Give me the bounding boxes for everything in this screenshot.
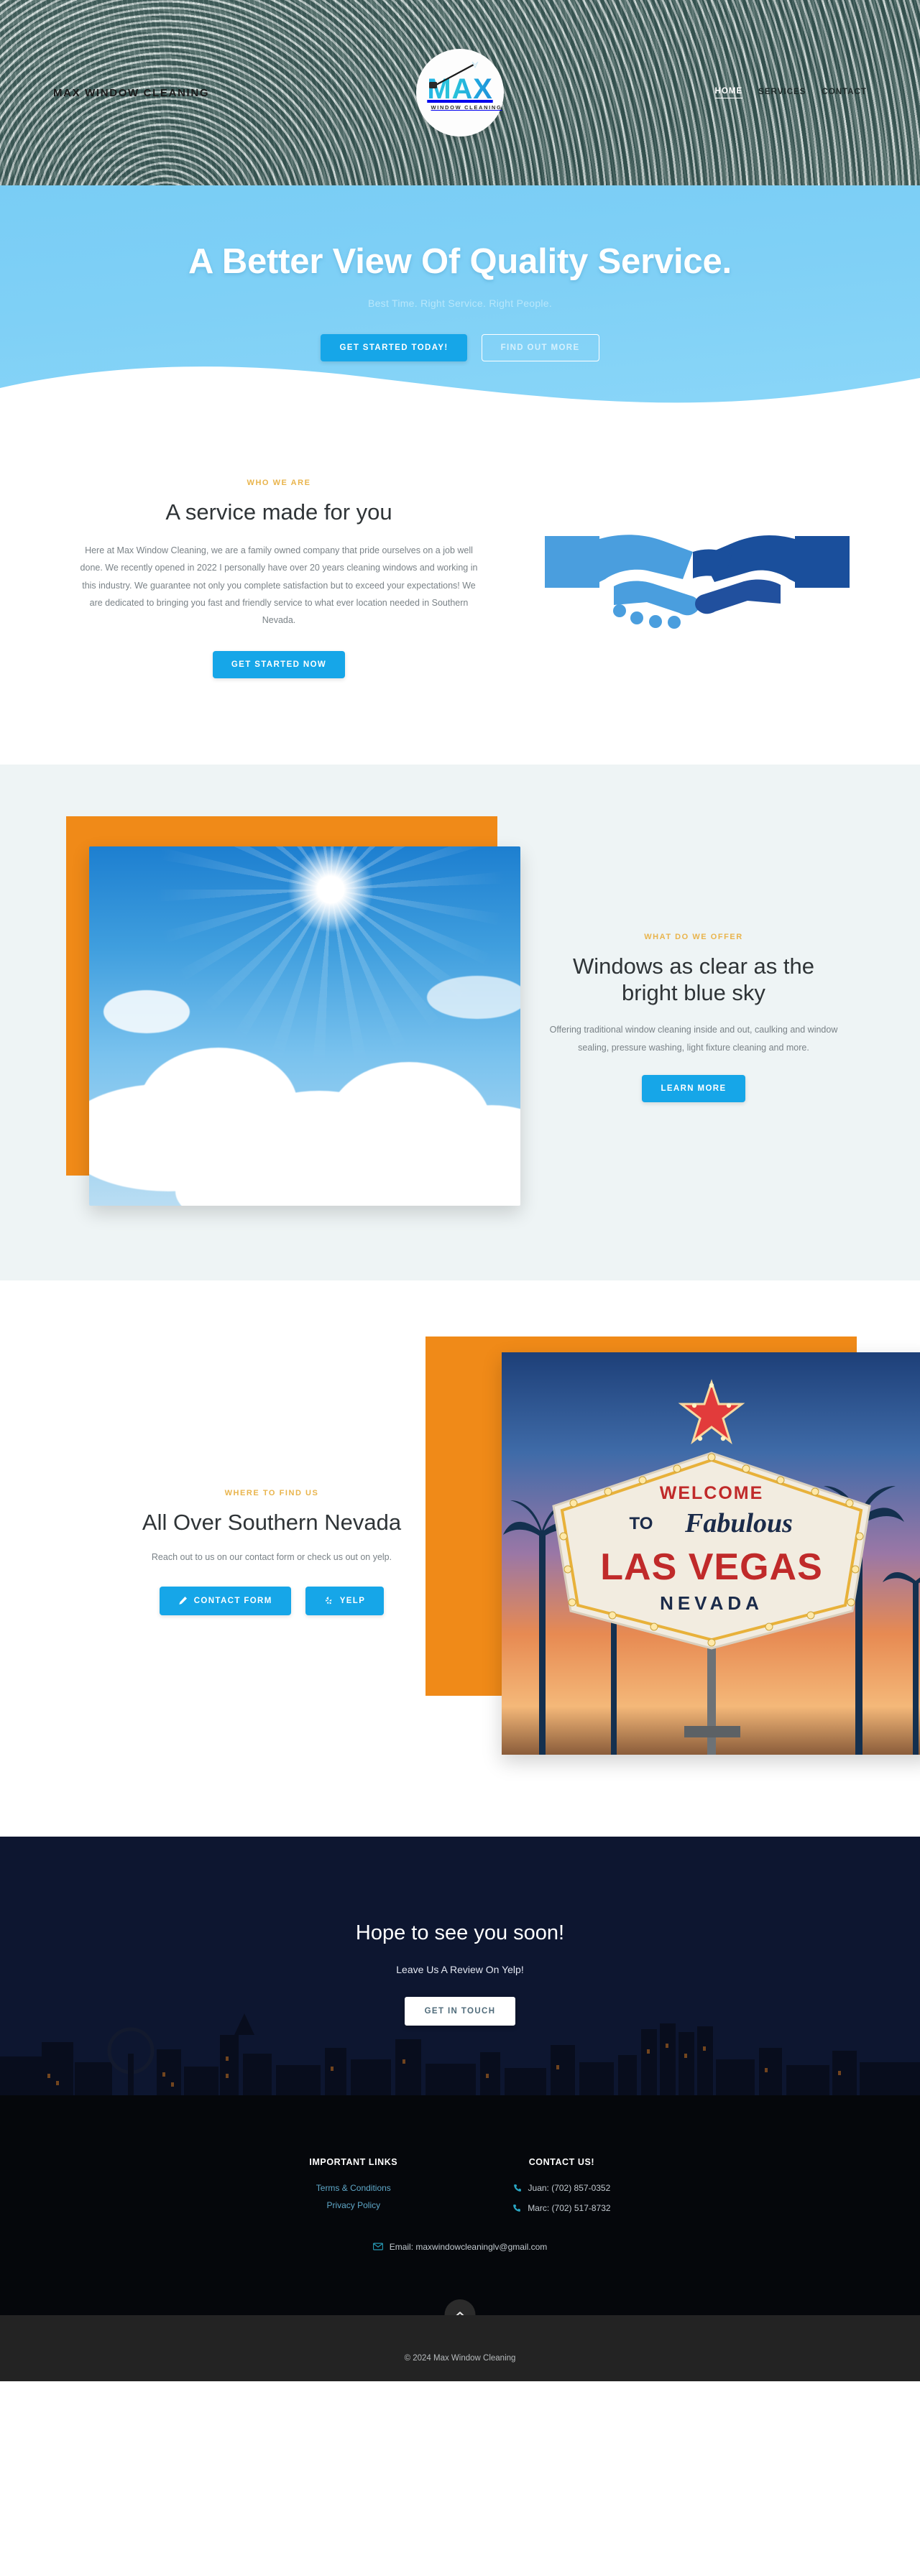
- contact-form-button[interactable]: CONTACT FORM: [159, 1586, 291, 1615]
- about-section: WHO WE ARE A service made for you Here a…: [0, 410, 920, 765]
- contact-phone-marc-text: Marc: (702) 517-8732: [528, 2202, 611, 2213]
- footer-links-column: IMPORTANT LINKS Terms & Conditions Priva…: [309, 2157, 397, 2223]
- site-footer: IMPORTANT LINKS Terms & Conditions Priva…: [0, 2095, 920, 2315]
- contact-phone-juan[interactable]: Juan: (702) 857-0352: [512, 2183, 610, 2193]
- nav-item-services[interactable]: SERVICES: [758, 88, 806, 98]
- main-navigation: HOME SERVICES CONTACT: [714, 87, 867, 98]
- las-vegas-sign-photo: WELCOME TO Fabulous LAS VEGAS NEVADA: [502, 1352, 920, 1755]
- envelope-icon: [372, 2243, 383, 2250]
- footer-bottom-bar: © 2024 Max Window Cleaning: [0, 2314, 920, 2381]
- contact-phone-juan-text: Juan: (702) 857-0352: [528, 2182, 611, 2193]
- phone-icon: [513, 2184, 522, 2192]
- handshake-icon: [545, 535, 850, 629]
- hero-section: A Better View Of Quality Service. Best T…: [0, 185, 920, 410]
- svg-text:LAS VEGAS: LAS VEGAS: [600, 1546, 823, 1588]
- offer-section: WHAT DO WE OFFER Windows as clear as the…: [0, 764, 920, 1280]
- nav-item-contact[interactable]: CONTACT: [822, 88, 867, 98]
- phone-icon: [512, 2204, 521, 2212]
- hero-title: A Better View Of Quality Service.: [188, 242, 732, 281]
- logo-wordmark: MAX: [427, 73, 493, 105]
- site-logo[interactable]: MAX WINDOW CLEANING: [416, 49, 504, 137]
- offer-copy: WHAT DO WE OFFER Windows as clear as the…: [523, 933, 864, 1102]
- findus-media: WELCOME TO Fabulous LAS VEGAS NEVADA: [426, 1336, 920, 1768]
- contact-email[interactable]: Email: maxwindowcleaninglv@gmail.com: [0, 2242, 920, 2252]
- get-started-today-button[interactable]: GET STARTED TODAY!: [321, 334, 467, 361]
- about-headline: A service made for you: [165, 499, 392, 525]
- findus-copy: WHERE TO FIND US All Over Southern Nevad…: [56, 1489, 487, 1615]
- copyright-text: © 2024 Max Window Cleaning: [404, 2353, 516, 2363]
- learn-more-button[interactable]: LEARN MORE: [642, 1074, 745, 1102]
- footer-contact-title: CONTACT US!: [528, 2156, 595, 2167]
- offer-headline: Windows as clear as the bright blue sky: [573, 953, 814, 1006]
- offer-eyebrow: WHAT DO WE OFFER: [644, 932, 743, 941]
- get-started-now-button[interactable]: GET STARTED NOW: [212, 650, 346, 678]
- nav-item-home[interactable]: HOME: [714, 87, 743, 98]
- cta-subtitle: Leave Us A Review On Yelp!: [396, 1963, 524, 1975]
- privacy-policy-link[interactable]: Privacy Policy: [309, 2200, 397, 2210]
- yelp-icon: [325, 1596, 332, 1605]
- get-in-touch-button[interactable]: GET IN TOUCH: [404, 1996, 516, 2026]
- hero-wave-divider: [0, 366, 920, 410]
- contact-email-text: Email: maxwindowcleaninglv@gmail.com: [389, 2241, 548, 2252]
- svg-text:TO: TO: [630, 1514, 653, 1533]
- hero-subtitle: Best Time. Right Service. Right People.: [367, 297, 553, 309]
- cloud: [104, 989, 190, 1033]
- sun-glow: [288, 846, 374, 933]
- offer-body: Offering traditional window cleaning ins…: [549, 1025, 838, 1053]
- blue-sky-photo: [89, 846, 520, 1206]
- chevron-up-icon: [456, 2311, 464, 2315]
- handshake-illustration: [530, 510, 864, 647]
- findus-section: WHERE TO FIND US All Over Southern Nevad…: [0, 1280, 920, 1837]
- brand-name: MAX WINDOW CLEANING: [53, 86, 210, 99]
- svg-text:Fabulous: Fabulous: [684, 1508, 793, 1538]
- cta-title: Hope to see you soon!: [355, 1921, 565, 1944]
- cta-section: Hope to see you soon! Leave Us A Review …: [0, 1836, 920, 2095]
- footer-contact-column: CONTACT US! Juan: (702) 857-0352 Marc: (…: [512, 2156, 611, 2223]
- svg-text:NEVADA: NEVADA: [660, 1592, 763, 1614]
- svg-text:WELCOME: WELCOME: [660, 1483, 764, 1503]
- logo-tagline: WINDOW CLEANING: [431, 104, 502, 111]
- about-copy: WHO WE ARE A service made for you Here a…: [56, 479, 502, 678]
- terms-and-conditions-link[interactable]: Terms & Conditions: [309, 2183, 397, 2193]
- offer-media: [56, 816, 520, 1219]
- findus-eyebrow: WHERE TO FIND US: [224, 1488, 319, 1497]
- findus-headline: All Over Southern Nevada: [142, 1509, 402, 1535]
- about-body: Here at Max Window Cleaning, we are a fa…: [80, 545, 478, 626]
- yelp-label: YELP: [339, 1596, 366, 1605]
- cloud: [427, 975, 520, 1019]
- contact-form-label: CONTACT FORM: [193, 1596, 272, 1605]
- findus-button-group: CONTACT FORM YELP: [85, 1586, 459, 1615]
- footer-links-title: IMPORTANT LINKS: [309, 2156, 398, 2167]
- contact-phone-marc[interactable]: Marc: (702) 517-8732: [512, 2202, 611, 2213]
- pencil-icon: [179, 1597, 187, 1605]
- back-to-top-button[interactable]: [444, 2299, 476, 2315]
- hero-button-group: GET STARTED TODAY! FIND OUT MORE: [0, 334, 920, 361]
- find-out-more-button[interactable]: FIND OUT MORE: [481, 334, 599, 361]
- about-eyebrow: WHO WE ARE: [247, 479, 311, 487]
- findus-body: Reach out to us on our contact form or c…: [151, 1552, 392, 1563]
- yelp-button[interactable]: YELP: [305, 1586, 385, 1615]
- site-header: MAX WINDOW CLEANING MAX WINDOW CLEANING …: [0, 0, 920, 185]
- las-vegas-sign-graphic: WELCOME TO Fabulous LAS VEGAS NEVADA: [502, 1352, 920, 1755]
